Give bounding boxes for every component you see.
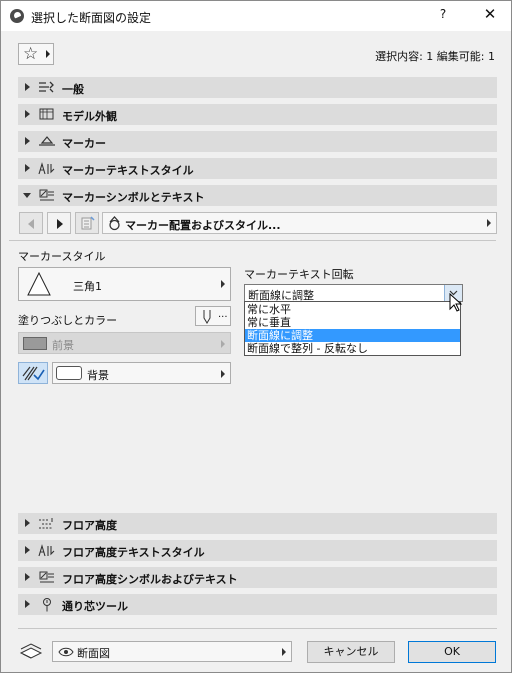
fill-foreground-button[interactable]: 前景 [18, 332, 231, 354]
text-style-icon [38, 162, 55, 175]
option-align-no-flip[interactable]: 断面線で整列 - 反転なし [245, 342, 460, 355]
text-style-icon [38, 544, 55, 557]
panel-label: フロア高度テキストスタイル [62, 546, 205, 559]
background-button[interactable]: 背景 [52, 362, 231, 384]
prev-page-button[interactable] [19, 212, 43, 234]
arrow-right-icon [57, 219, 63, 229]
pen-icon [203, 310, 211, 324]
panel-label: マーカー [62, 137, 106, 150]
app-icon [10, 9, 24, 23]
layer-select[interactable]: 断面図 [52, 641, 292, 662]
background-toggle-button[interactable] [18, 362, 48, 384]
panel-label: 一般 [62, 83, 84, 96]
divider [9, 240, 496, 241]
triangle-marker-icon [27, 271, 51, 296]
panel-marker-text-style[interactable]: マーカーテキストスタイル [18, 158, 497, 179]
panel-marker[interactable]: マーカー [18, 131, 497, 152]
chevron-right-icon [221, 280, 225, 288]
panel-label: マーカーシンボルとテキスト [62, 191, 205, 204]
model-appearance-icon [39, 108, 54, 120]
selection-info: 選択内容: 1 編集可能: 1 [375, 50, 495, 63]
option-always-vertical[interactable]: 常に垂直 [245, 316, 460, 329]
option-align-to-section-line[interactable]: 断面線に調整 [245, 329, 460, 342]
expand-arrow-icon [23, 193, 31, 198]
background-value: 背景 [87, 369, 109, 382]
page-select-label: マーカー配置およびスタイル... [125, 219, 281, 232]
settings-dialog: 選択した断面図の設定 ? ✕ ☆ 選択内容: 1 編集可能: 1 一般 モデル外… [0, 0, 512, 673]
layer-icon [19, 643, 43, 659]
background-swatch [56, 366, 82, 380]
option-always-horizontal[interactable]: 常に水平 [245, 303, 460, 316]
marker-icon [39, 136, 55, 146]
symbol-text-icon [39, 571, 54, 583]
hatch-check-icon [22, 366, 45, 381]
rotation-label: マーカーテキスト回転 [244, 268, 354, 281]
collapse-arrow-icon [25, 110, 30, 118]
panel-label: フロア高度シンボルおよびテキスト [62, 573, 238, 586]
symbol-text-icon [39, 189, 54, 201]
help-button[interactable]: ? [433, 7, 453, 25]
rotation-options-list: 常に水平 常に垂直 断面線に調整 断面線で整列 - 反転なし [244, 301, 461, 356]
panel-label: マーカーテキストスタイル [62, 164, 194, 177]
collapse-arrow-icon [25, 600, 30, 608]
panel-label: 通り芯ツール [62, 600, 128, 613]
collapse-arrow-icon [25, 164, 30, 172]
panel-floor-level-text-style[interactable]: フロア高度テキストスタイル [18, 540, 497, 561]
panel-label: モデル外観 [62, 110, 117, 123]
chevron-right-icon [282, 648, 286, 656]
arrow-left-icon [28, 219, 34, 229]
ellipsis-icon: ... [218, 309, 228, 320]
fill-foreground-value: 前景 [52, 339, 74, 352]
chevron-right-icon [487, 219, 491, 227]
panel-floor-level[interactable]: フロア高度 [18, 513, 497, 534]
eye-icon [58, 647, 74, 657]
collapse-arrow-icon [25, 546, 30, 554]
cancel-button[interactable]: キャンセル [307, 641, 395, 663]
panel-navigation: マーカー配置およびスタイル... [18, 211, 497, 235]
panel-floor-level-symbol-text[interactable]: フロア高度シンボルおよびテキスト [18, 567, 497, 588]
panel-grid-tool[interactable]: 通り芯ツール [18, 594, 497, 615]
mouse-cursor-icon [449, 293, 463, 312]
layer-value: 断面図 [77, 647, 110, 660]
ok-button[interactable]: OK [408, 641, 496, 663]
floor-level-icon [39, 518, 53, 529]
collapse-arrow-icon [25, 137, 30, 145]
panel-general[interactable]: 一般 [18, 77, 497, 98]
page-list-icon [81, 216, 95, 230]
marker-placement-icon [109, 216, 120, 231]
collapse-arrow-icon [25, 83, 30, 91]
chevron-right-icon [46, 50, 50, 58]
fill-color-label: 塗りつぶしとカラー [18, 314, 118, 327]
panel-model-appearance[interactable]: モデル外観 [18, 104, 497, 125]
page-select[interactable]: マーカー配置およびスタイル... [102, 212, 497, 234]
marker-style-button[interactable]: 三角1 [18, 267, 231, 301]
rotation-select[interactable]: 断面線に調整 [244, 284, 463, 302]
fill-swatch [23, 337, 47, 350]
chevron-right-icon [221, 340, 225, 348]
close-button[interactable]: ✕ [479, 5, 501, 25]
divider [18, 628, 497, 629]
general-settings-icon [39, 81, 54, 93]
chevron-right-icon [221, 370, 225, 378]
pen-picker-button[interactable]: ... [195, 306, 231, 326]
next-page-button[interactable] [47, 212, 71, 234]
collapse-arrow-icon [25, 519, 30, 527]
title-bar: 選択した断面図の設定 ? ✕ [1, 1, 511, 31]
window-title: 選択した断面図の設定 [31, 11, 152, 25]
star-icon: ☆ [23, 44, 39, 64]
page-list-button[interactable] [75, 212, 99, 234]
marker-style-label: マーカースタイル [18, 250, 106, 263]
panel-label: フロア高度 [62, 519, 117, 532]
panel-marker-symbol-text[interactable]: マーカーシンボルとテキスト [18, 185, 497, 206]
collapse-arrow-icon [25, 573, 30, 581]
grid-tool-icon [43, 598, 51, 612]
favorites-button[interactable]: ☆ [18, 43, 54, 65]
marker-style-value: 三角1 [73, 280, 102, 293]
